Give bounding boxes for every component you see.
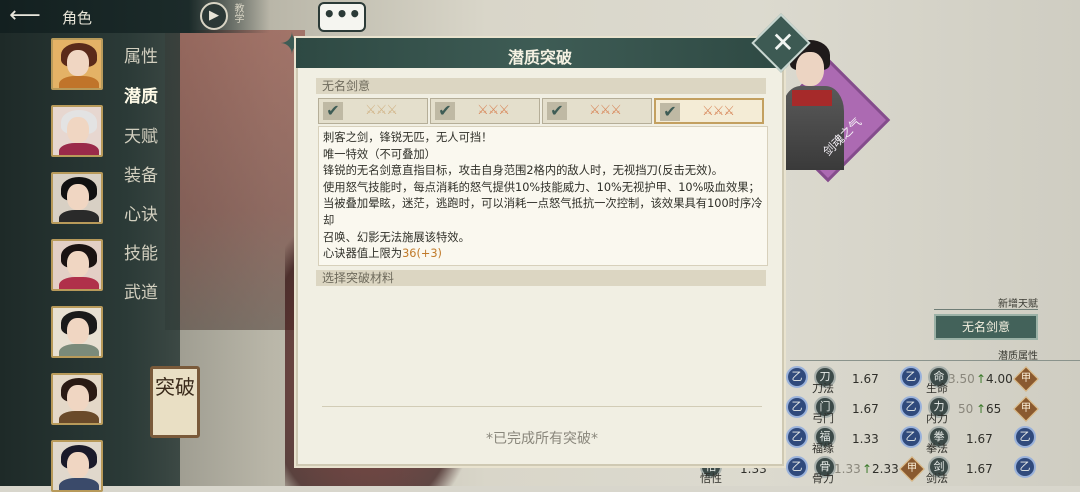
desc-line: 使用怒气技能时，每点消耗的怒气提供10%技能威力、10%无视护甲、10%吸血效果… xyxy=(323,180,763,227)
stat-label: 内力 xyxy=(926,412,948,425)
back-button[interactable]: ⟵ xyxy=(6,4,44,28)
avatar[interactable] xyxy=(51,105,103,157)
desc-line: 刺客之剑，锋锐无匹，无人可挡！ xyxy=(323,131,493,144)
checkmark-icon: ✔ xyxy=(323,102,343,120)
chat-bubble-icon[interactable]: ••• xyxy=(318,2,366,32)
sidebar-item-martial[interactable]: 武道 xyxy=(124,278,158,303)
desc-line: 锋锐的无名剑意直指目标，攻击自身范围2格内的敌人时，无视挡刀(反击无效)。 xyxy=(323,164,724,178)
close-icon[interactable]: ✕ xyxy=(766,26,800,60)
swords-icon: ⚔⚔⚔ xyxy=(702,104,735,119)
breakthrough-slot[interactable]: ✔ ⚔⚔⚔ xyxy=(318,98,428,124)
stat-value: 1.67 xyxy=(852,372,879,386)
new-talent-label: 新增天赋 xyxy=(998,299,1038,310)
stat-icon: 乙 xyxy=(1014,426,1036,448)
talent-description: 刺客之剑，锋锐无匹，无人可挡！ 唯一特效（不可叠加） 锋锐的无名剑意直指目标，攻… xyxy=(318,126,768,266)
stat-icon: 乙 xyxy=(786,366,808,388)
stat-icon: 乙 xyxy=(900,366,922,388)
breakthrough-slot[interactable]: ✔ ⚔⚔⚔ xyxy=(430,98,540,124)
divider xyxy=(790,360,1080,361)
breakthrough-slot[interactable]: ✔ ⚔⚔⚔ xyxy=(654,98,764,124)
background-building xyxy=(165,30,305,330)
stat-value: 1.67 xyxy=(966,462,993,476)
avatar[interactable] xyxy=(51,172,103,224)
play-icon: ▶ xyxy=(209,8,219,23)
stat-from: 1.33 xyxy=(834,462,861,476)
avatar[interactable] xyxy=(51,239,103,291)
stat-to: 2.33 xyxy=(872,462,899,476)
swords-icon: ⚔⚔⚔ xyxy=(589,103,622,118)
stat-to: 4.00 xyxy=(986,372,1013,386)
stat-icon: 乙 xyxy=(900,426,922,448)
new-talent-button[interactable]: 无名剑意 xyxy=(934,314,1038,340)
swords-icon: ⚔⚔⚔ xyxy=(365,103,398,118)
desc-line: 召唤、幻影无法施展该特效。 xyxy=(323,230,470,244)
stat-value: 1.67 xyxy=(966,432,993,446)
grade-badge: 甲 xyxy=(1013,396,1039,422)
stat-icon: 乙 xyxy=(1014,456,1036,478)
stat-to: 65 xyxy=(986,402,1002,416)
stat-value: 1.33 xyxy=(852,432,879,446)
latent-breakthrough-dialog: 潜质突破 无名剑意 ✔ ⚔⚔⚔ ✔ ⚔⚔⚔ ✔ ⚔⚔⚔ ✔ ⚔⚔⚔ 刺客之剑，锋… xyxy=(296,38,784,466)
stat-label: 悟性 xyxy=(700,472,722,485)
checkmark-icon: ✔ xyxy=(547,102,567,120)
stat-label: 福缘 xyxy=(812,442,834,455)
page-title: 角色 xyxy=(62,9,93,27)
materials-area xyxy=(318,288,768,408)
avatar[interactable] xyxy=(51,373,103,425)
stat-label: 骨力 xyxy=(812,472,834,485)
breakthrough-button[interactable]: 突破 xyxy=(150,366,200,438)
divider xyxy=(322,406,762,407)
up-arrow-icon: ↑ xyxy=(862,462,873,476)
sidebar-item-latent[interactable]: 潜质 xyxy=(124,82,158,107)
avatar[interactable] xyxy=(51,306,103,358)
stat-icon: 乙 xyxy=(786,426,808,448)
arrow-left-icon: ⟵ xyxy=(9,3,41,28)
stat-icon: 乙 xyxy=(786,396,808,418)
avatar[interactable] xyxy=(51,440,103,492)
stat-icon: 乙 xyxy=(900,396,922,418)
materials-section-header: 选择突破材料 xyxy=(316,270,766,286)
desc-line: 唯一特效（不可叠加） xyxy=(323,147,436,161)
swords-icon: ⚔⚔⚔ xyxy=(477,103,510,118)
checkmark-icon: ✔ xyxy=(660,103,680,121)
stat-from: 3.50 xyxy=(948,372,975,386)
avatar[interactable] xyxy=(51,38,103,90)
stat-value: 1.67 xyxy=(852,402,879,416)
desc-line: 心诀器值上限为36(+3) xyxy=(323,246,763,263)
sidebar-item-equipment[interactable]: 装备 xyxy=(124,161,158,186)
breakthrough-slots: ✔ ⚔⚔⚔ ✔ ⚔⚔⚔ ✔ ⚔⚔⚔ ✔ ⚔⚔⚔ xyxy=(318,98,768,124)
tutorial-button[interactable]: ▶ xyxy=(200,2,228,30)
tutorial-label: 教学 xyxy=(232,3,243,23)
up-arrow-icon: ↑ xyxy=(976,402,987,416)
stat-label: 刀法 xyxy=(812,382,834,395)
dialog-header: 潜质突破 xyxy=(296,38,784,68)
stat-label: 剑法 xyxy=(926,472,948,485)
breakthrough-slot[interactable]: ✔ ⚔⚔⚔ xyxy=(542,98,652,124)
sidebar-item-attributes[interactable]: 属性 xyxy=(124,42,158,67)
dialog-title: 潜质突破 xyxy=(507,48,572,67)
talent-section-header: 无名剑意 xyxy=(316,78,766,94)
sidebar-item-mind[interactable]: 心诀 xyxy=(124,200,158,225)
mind-cap-value: 36(+3) xyxy=(402,247,442,261)
divider xyxy=(934,309,1038,310)
all-done-text: *已完成所有突破* xyxy=(486,431,598,447)
stat-icon: 乙 xyxy=(786,456,808,478)
sidebar-item-skills[interactable]: 技能 xyxy=(124,239,158,264)
grade-badge: 甲 xyxy=(1013,366,1039,392)
stat-label: 拳法 xyxy=(926,442,948,455)
stat-label: 弓门 xyxy=(812,412,834,425)
stat-from: 50 xyxy=(958,402,974,416)
checkmark-icon: ✔ xyxy=(435,102,455,120)
up-arrow-icon: ↑ xyxy=(976,372,987,386)
stat-label: 生命 xyxy=(926,382,948,395)
desc-text: 心诀器值上限为 xyxy=(323,247,403,261)
sidebar-item-talent[interactable]: 天赋 xyxy=(124,122,158,147)
